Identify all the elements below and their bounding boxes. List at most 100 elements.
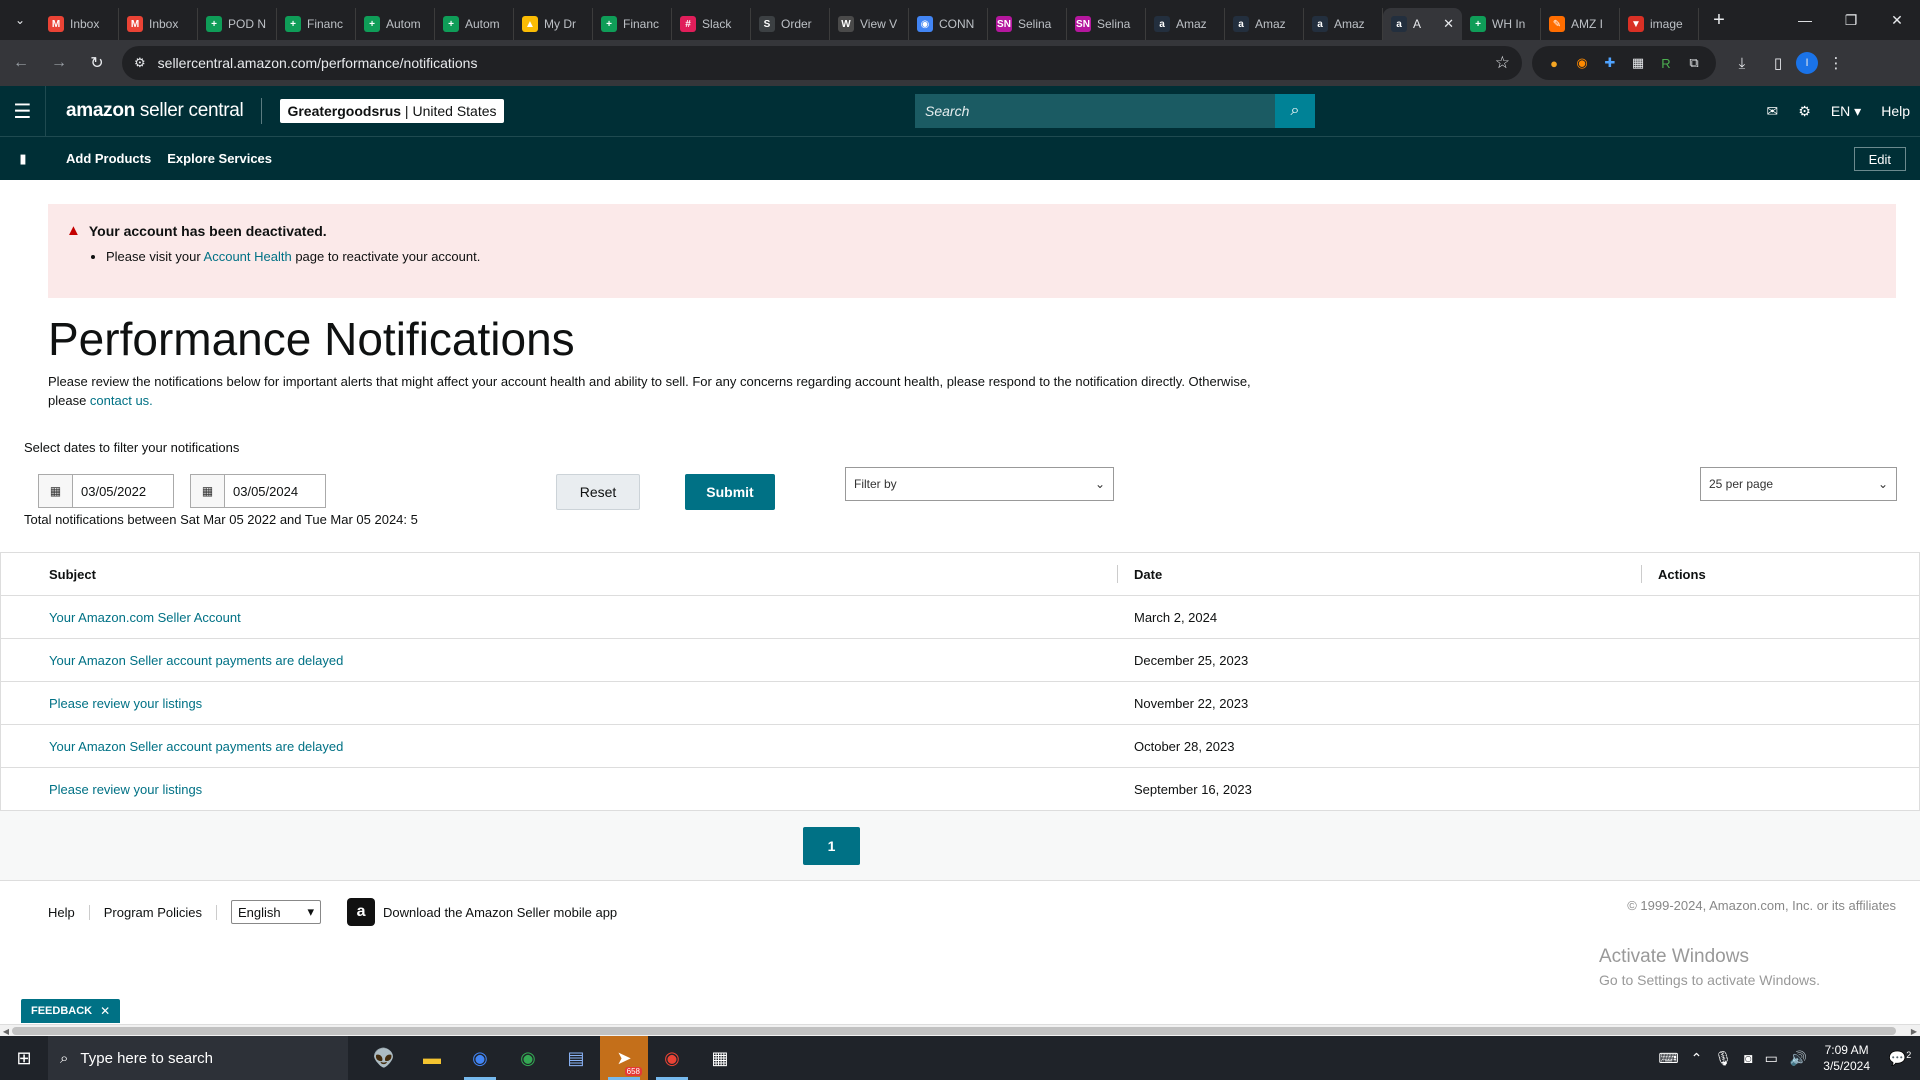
chrome-profile-icon[interactable]: ◉: [456, 1036, 504, 1080]
alien-widget-icon[interactable]: 👽: [360, 1036, 408, 1080]
filter-by-select[interactable]: Filter by ⌄: [845, 467, 1114, 501]
search-button[interactable]: ⌕: [1275, 94, 1315, 128]
scrollbar-thumb[interactable]: [12, 1027, 1896, 1035]
notification-subject-link[interactable]: Your Amazon.com Seller Account: [49, 610, 241, 625]
date-from-value[interactable]: 03/05/2022: [73, 475, 173, 507]
browser-tab[interactable]: M Inbox: [40, 8, 119, 40]
browser-tab[interactable]: ▲ My Dr: [514, 8, 593, 40]
calendar-icon[interactable]: ▦: [191, 475, 225, 507]
date-from-field[interactable]: ▦ 03/05/2022: [38, 474, 174, 508]
app-download[interactable]: a Download the Amazon Seller mobile app: [347, 898, 617, 926]
back-icon[interactable]: ←: [4, 46, 38, 80]
browser-tab[interactable]: ▼ image: [1620, 8, 1699, 40]
nav-explore-services[interactable]: Explore Services: [167, 151, 272, 166]
browser-tab[interactable]: + Financ: [277, 8, 356, 40]
help-link[interactable]: Help: [1871, 103, 1920, 119]
account-switcher[interactable]: Greatergoodsrus | United States: [280, 99, 504, 123]
contact-us-link[interactable]: contact us.: [90, 393, 153, 408]
notification-subject-link[interactable]: Your Amazon Seller account payments are …: [49, 739, 343, 754]
browser-tab[interactable]: # Slack: [672, 8, 751, 40]
header-subject[interactable]: Subject: [1, 553, 1118, 595]
notification-subject-link[interactable]: Please review your listings: [49, 696, 202, 711]
browser-tab[interactable]: W View V: [830, 8, 909, 40]
bookmark-icon[interactable]: ▮: [0, 151, 46, 167]
seller-central-logo[interactable]: amazon seller central: [66, 100, 244, 122]
rs-extension-icon[interactable]: R: [1652, 49, 1680, 77]
date-to-field[interactable]: ▦ 03/05/2024: [190, 474, 326, 508]
chart-extension-icon[interactable]: ▦: [1624, 49, 1652, 77]
notification-subject-link[interactable]: Your Amazon Seller account payments are …: [49, 653, 343, 668]
network-icon[interactable]: ▭: [1759, 1050, 1784, 1067]
browser-tab[interactable]: SN Selina: [1067, 8, 1146, 40]
mail-icon[interactable]: ✉: [1757, 103, 1789, 120]
windows-start-icon[interactable]: ⊞: [0, 1036, 48, 1080]
show-hidden-icons[interactable]: ⌃: [1685, 1050, 1709, 1067]
reload-icon[interactable]: ↻: [80, 46, 114, 80]
date-to-value[interactable]: 03/05/2024: [225, 475, 325, 507]
browser-tab[interactable]: a Amaz: [1146, 8, 1225, 40]
footer-policies-link[interactable]: Program Policies: [90, 904, 218, 920]
extensions-puzzle-icon[interactable]: ⧉: [1680, 49, 1708, 77]
telegram-icon[interactable]: ➤ 658: [600, 1036, 648, 1080]
language-selector[interactable]: EN ▾: [1821, 103, 1871, 120]
close-tab-icon[interactable]: ✕: [1443, 16, 1454, 32]
calculator-icon[interactable]: ▦: [696, 1036, 744, 1080]
site-info-icon[interactable]: ⚙: [134, 55, 146, 71]
minimize-icon[interactable]: —: [1782, 0, 1828, 40]
per-page-select[interactable]: 25 per page ⌄: [1700, 467, 1897, 501]
nav-add-products[interactable]: Add Products: [66, 151, 151, 166]
reset-button[interactable]: Reset: [556, 474, 640, 510]
browser-tab[interactable]: + Autom: [435, 8, 514, 40]
browser-tab[interactable]: M Inbox: [119, 8, 198, 40]
settings-gear-icon[interactable]: ⚙: [1788, 103, 1821, 120]
browser-tab[interactable]: + Autom: [356, 8, 435, 40]
footer-help-link[interactable]: Help: [48, 904, 90, 920]
search-input[interactable]: [915, 94, 1275, 128]
microphone-icon[interactable]: 🎙: [1708, 1050, 1738, 1067]
browser-tab[interactable]: ◉ CONN: [909, 8, 988, 40]
footer-language-select[interactable]: English ▾: [231, 900, 322, 924]
page-button-current[interactable]: 1: [803, 827, 860, 865]
close-window-icon[interactable]: ✕: [1874, 0, 1920, 40]
hamburger-menu-icon[interactable]: ☰: [0, 86, 46, 136]
chrome-active-icon[interactable]: ◉: [648, 1036, 696, 1080]
download-icon[interactable]: ⤓: [1724, 46, 1760, 80]
browser-tab[interactable]: + POD N: [198, 8, 277, 40]
taskbar-search[interactable]: ⌕ Type here to search: [48, 1036, 348, 1080]
bookmark-star-icon[interactable]: ☆: [1495, 53, 1510, 73]
horizontal-scrollbar[interactable]: ◀ ▶: [0, 1024, 1920, 1036]
close-icon[interactable]: ✕: [100, 1004, 110, 1018]
profile-avatar[interactable]: I: [1796, 52, 1818, 74]
tab-search-icon[interactable]: ⌄: [0, 0, 40, 40]
notepad-icon[interactable]: ▤: [552, 1036, 600, 1080]
edit-nav-button[interactable]: Edit: [1853, 147, 1906, 171]
chrome-icon[interactable]: ◉: [504, 1036, 552, 1080]
volume-icon[interactable]: 🔊: [1784, 1050, 1813, 1067]
feedback-button[interactable]: FEEDBACK ✕: [21, 999, 121, 1023]
browser-tab[interactable]: + Financ: [593, 8, 672, 40]
notification-subject-link[interactable]: Please review your listings: [49, 782, 202, 797]
browser-tab[interactable]: a Amaz: [1304, 8, 1383, 40]
orange-extension-icon[interactable]: ◉: [1568, 49, 1596, 77]
browser-tab[interactable]: SN Selina: [988, 8, 1067, 40]
new-tab-button[interactable]: +: [1705, 6, 1733, 34]
url-text[interactable]: sellercentral.amazon.com/performance/not…: [158, 55, 1495, 71]
browser-tab[interactable]: ✎ AMZ I: [1541, 8, 1620, 40]
restore-icon[interactable]: ❐: [1828, 0, 1874, 40]
blue-extension-icon[interactable]: ✚: [1596, 49, 1624, 77]
keyboard-icon[interactable]: ⌨: [1652, 1050, 1684, 1067]
honey-extension-icon[interactable]: ●: [1540, 49, 1568, 77]
taskbar-clock[interactable]: 7:09 AM 3/5/2024: [1813, 1042, 1880, 1074]
browser-tab[interactable]: a Amaz: [1225, 8, 1304, 40]
browser-tab[interactable]: S Order: [751, 8, 830, 40]
side-panel-icon[interactable]: ▯: [1760, 46, 1796, 80]
notification-center-icon[interactable]: 💬 2: [1880, 1050, 1920, 1067]
browser-tab[interactable]: a A ✕: [1383, 8, 1462, 40]
submit-button[interactable]: Submit: [685, 474, 775, 510]
browser-menu-icon[interactable]: ⋮: [1818, 46, 1854, 80]
file-explorer-icon[interactable]: ▬: [408, 1036, 456, 1080]
forward-icon[interactable]: →: [42, 46, 76, 80]
camera-icon[interactable]: ◙: [1738, 1050, 1758, 1066]
calendar-icon[interactable]: ▦: [39, 475, 73, 507]
address-bar[interactable]: ⚙ sellercentral.amazon.com/performance/n…: [122, 46, 1522, 80]
